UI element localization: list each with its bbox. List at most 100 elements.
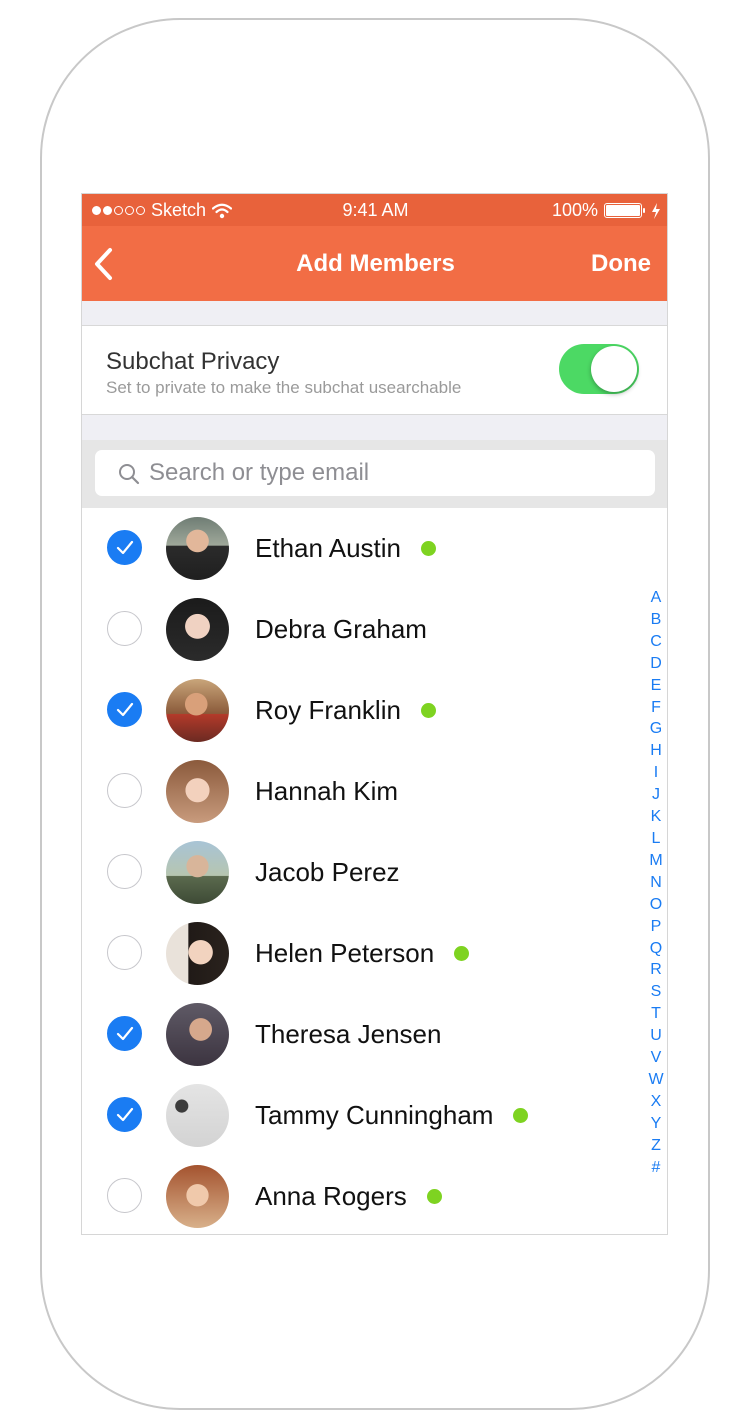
search-input[interactable] [149, 450, 629, 496]
contact-name: Anna Rogers [255, 1181, 407, 1211]
contact-name: Hannah Kim [255, 776, 399, 806]
index-letter[interactable]: I [654, 762, 658, 784]
index-letter[interactable]: Z [651, 1135, 661, 1157]
online-status-icon [426, 1189, 442, 1204]
avatar [166, 1084, 229, 1147]
contact-name: Tammy Cunningham [255, 1100, 494, 1130]
index-letter[interactable]: Q [650, 938, 662, 960]
contact-name: Debra Graham [255, 614, 427, 644]
index-letter[interactable]: L [652, 828, 661, 850]
contact-name-wrap: Ethan Austin [255, 508, 436, 589]
battery-icon [604, 203, 645, 218]
index-letter[interactable]: K [651, 806, 662, 828]
index-letter[interactable]: W [648, 1069, 663, 1091]
index-letter[interactable]: O [650, 894, 662, 916]
contact-row[interactable]: Anna Rogers [82, 1156, 667, 1234]
checkbox-checked[interactable] [107, 1016, 142, 1051]
avatar [166, 679, 229, 742]
app-screen: Sketch 9:41 AM 100% Add Members Done Sub… [81, 193, 668, 1235]
search-box[interactable] [95, 450, 655, 496]
checkmark-icon [116, 540, 134, 555]
avatar [166, 1165, 229, 1228]
avatar [166, 841, 229, 904]
checkbox-unchecked[interactable] [107, 1178, 142, 1213]
online-status-icon [421, 541, 436, 556]
privacy-title: Subchat Privacy [106, 348, 280, 375]
checkbox-unchecked[interactable] [107, 854, 142, 889]
navigation-bar: Add Members Done [82, 226, 667, 301]
index-letter[interactable]: R [650, 959, 662, 981]
contact-name-wrap: Jacob Perez [255, 832, 400, 913]
privacy-setting-row: Subchat Privacy Set to private to make t… [82, 325, 667, 415]
search-icon [119, 464, 140, 485]
contact-name: Theresa Jensen [255, 1019, 442, 1049]
contact-row[interactable]: Helen Peterson [82, 913, 667, 994]
avatar [166, 922, 229, 985]
section-spacer [82, 415, 667, 440]
contact-name-wrap: Tammy Cunningham [255, 1075, 529, 1156]
contact-name-wrap: Helen Peterson [255, 913, 470, 994]
avatar [166, 598, 229, 661]
contact-name: Roy Franklin [255, 695, 401, 725]
contact-row[interactable]: Debra Graham [82, 589, 667, 670]
alphabet-index[interactable]: A B C D E F G H I J K L M N O P Q R S T U V W X Y Z # [644, 587, 667, 1179]
index-letter[interactable]: # [652, 1157, 661, 1179]
index-letter[interactable]: A [651, 587, 662, 609]
online-status-icon [420, 703, 436, 718]
battery-percent: 100% [551, 200, 598, 220]
page-title: Add Members [296, 250, 455, 277]
checkbox-checked[interactable] [107, 692, 142, 727]
index-letter[interactable]: U [650, 1025, 662, 1047]
contact-name-wrap: Hannah Kim [255, 751, 398, 832]
avatar [166, 517, 229, 580]
contact-row[interactable]: Roy Franklin [82, 670, 667, 751]
checkbox-checked[interactable] [107, 530, 142, 565]
index-letter[interactable]: F [651, 697, 661, 719]
toggle-knob [591, 346, 637, 392]
done-button[interactable]: Done [591, 250, 651, 278]
contact-name-wrap: Theresa Jensen [255, 994, 441, 1075]
checkbox-unchecked[interactable] [107, 773, 142, 808]
contact-row[interactable]: Ethan Austin [82, 508, 667, 589]
index-letter[interactable]: C [650, 631, 662, 653]
contact-name: Jacob Perez [255, 857, 400, 887]
contact-row[interactable]: Tammy Cunningham [82, 1075, 667, 1156]
index-letter[interactable]: N [650, 872, 662, 894]
status-bar: Sketch 9:41 AM 100% [82, 194, 667, 226]
privacy-toggle[interactable] [559, 344, 639, 394]
index-letter[interactable]: P [651, 916, 662, 938]
contact-name-wrap: Roy Franklin [255, 670, 436, 751]
search-bar [82, 440, 667, 508]
section-spacer [82, 301, 667, 325]
contact-name-wrap: Anna Rogers [255, 1156, 442, 1234]
index-letter[interactable]: B [651, 609, 662, 631]
online-status-icon [513, 1108, 529, 1123]
index-letter[interactable]: X [651, 1091, 662, 1113]
contact-name: Helen Peterson [255, 938, 435, 968]
checkbox-unchecked[interactable] [107, 935, 142, 970]
index-letter[interactable]: G [650, 718, 662, 740]
contact-row[interactable]: Theresa Jensen [82, 994, 667, 1075]
status-right: 100% [552, 200, 661, 221]
charging-bolt-icon [652, 202, 660, 219]
checkmark-icon [116, 702, 134, 717]
checkmark-icon [116, 1026, 134, 1041]
index-letter[interactable]: D [650, 653, 662, 675]
index-letter[interactable]: T [651, 1003, 661, 1025]
index-letter[interactable]: J [652, 784, 660, 806]
checkbox-unchecked[interactable] [107, 611, 142, 646]
index-letter[interactable]: M [649, 850, 662, 872]
avatar [166, 760, 229, 823]
online-status-icon [454, 946, 470, 961]
index-letter[interactable]: E [651, 675, 662, 697]
checkbox-checked[interactable] [107, 1097, 142, 1132]
index-letter[interactable]: Y [651, 1113, 662, 1135]
index-letter[interactable]: H [650, 740, 662, 762]
privacy-subtitle: Set to private to make the subchat usear… [106, 378, 462, 397]
contact-name: Ethan Austin [255, 533, 401, 563]
contact-row[interactable]: Jacob Perez [82, 832, 667, 913]
index-letter[interactable]: V [651, 1047, 662, 1069]
contact-row[interactable]: Hannah Kim [82, 751, 667, 832]
contact-list: Ethan Austin Debra Graham Roy Franklin Hann… [82, 508, 667, 1234]
index-letter[interactable]: S [651, 981, 662, 1003]
